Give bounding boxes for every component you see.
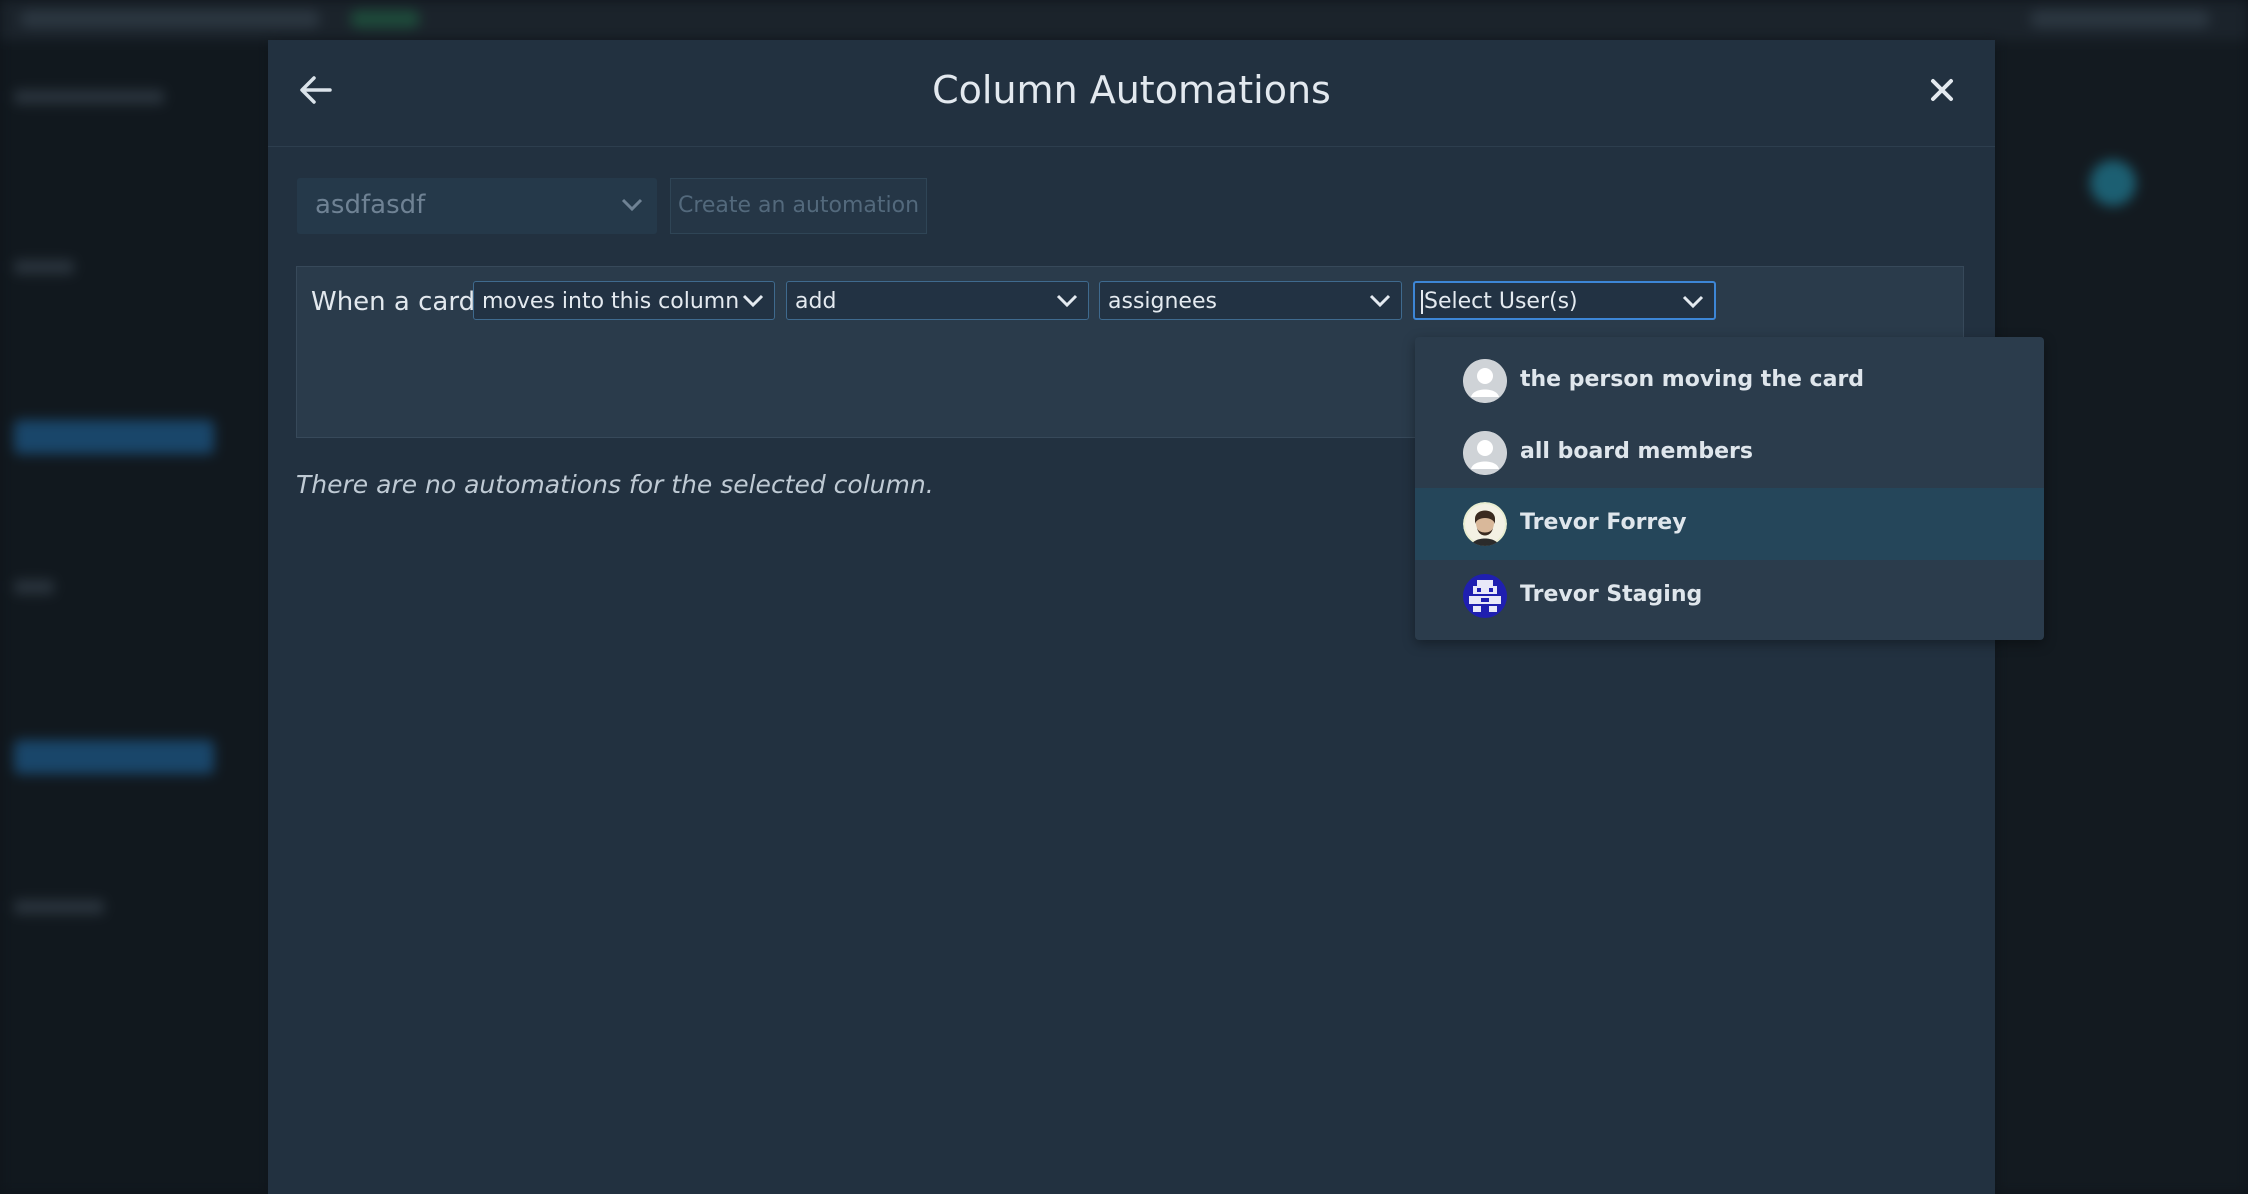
column-select-value: asdfasdf bbox=[315, 190, 426, 220]
background-text bbox=[14, 260, 74, 274]
background-avatar bbox=[2090, 160, 2136, 206]
default-user-icon bbox=[1463, 359, 1507, 403]
field-select[interactable]: assignees bbox=[1099, 281, 1402, 320]
background-bar-item bbox=[20, 10, 320, 28]
chevron-down-icon bbox=[621, 198, 643, 212]
dropdown-option-trevor-forrey[interactable]: Trevor Forrey bbox=[1415, 488, 2044, 560]
rule-prefix-label: When a card bbox=[311, 287, 476, 317]
dropdown-option-person-moving-card[interactable]: the person moving the card bbox=[1415, 345, 2044, 417]
trigger-select[interactable]: moves into this column bbox=[473, 281, 775, 320]
chevron-down-icon bbox=[1682, 295, 1704, 309]
pixel-avatar bbox=[1463, 574, 1507, 618]
dropdown-option-label: Trevor Forrey bbox=[1520, 510, 1687, 535]
background-text bbox=[14, 90, 164, 104]
users-dropdown-menu: the person moving the card all board mem… bbox=[1415, 337, 2044, 640]
field-select-value: assignees bbox=[1108, 289, 1217, 314]
column-select[interactable]: asdfasdf bbox=[297, 178, 657, 234]
users-select-placeholder: Select User(s) bbox=[1424, 289, 1578, 314]
action-select[interactable]: add bbox=[786, 281, 1089, 320]
background-text bbox=[14, 580, 54, 594]
background-block bbox=[14, 420, 214, 454]
chevron-down-icon bbox=[1369, 294, 1391, 308]
background-sidebar bbox=[0, 40, 270, 1194]
trigger-select-value: moves into this column bbox=[482, 289, 740, 314]
modal-header: Column Automations bbox=[268, 40, 1995, 147]
background-bar-item bbox=[350, 10, 420, 28]
dropdown-option-label: the person moving the card bbox=[1520, 367, 1865, 392]
chevron-down-icon bbox=[1056, 294, 1078, 308]
default-user-icon bbox=[1463, 431, 1507, 475]
background-bar-item bbox=[2030, 10, 2210, 28]
users-select[interactable]: Select User(s) bbox=[1413, 281, 1716, 320]
photo-avatar bbox=[1463, 502, 1507, 546]
action-select-value: add bbox=[795, 289, 837, 314]
dropdown-option-label: all board members bbox=[1520, 439, 1753, 464]
chevron-down-icon bbox=[742, 294, 764, 308]
close-button[interactable] bbox=[1924, 72, 1960, 108]
create-automation-button[interactable]: Create an automation bbox=[670, 178, 927, 234]
text-caret bbox=[1421, 290, 1423, 314]
dropdown-option-label: Trevor Staging bbox=[1520, 582, 1703, 607]
close-icon bbox=[1931, 79, 1953, 101]
background-topbar bbox=[0, 0, 2248, 40]
background-text bbox=[14, 900, 104, 914]
empty-automations-message: There are no automations for the selecte… bbox=[296, 470, 934, 499]
dropdown-option-all-board-members[interactable]: all board members bbox=[1415, 417, 2044, 489]
dropdown-option-trevor-staging[interactable]: Trevor Staging bbox=[1415, 560, 2044, 632]
background-block bbox=[14, 740, 214, 774]
modal-title: Column Automations bbox=[932, 68, 1331, 112]
